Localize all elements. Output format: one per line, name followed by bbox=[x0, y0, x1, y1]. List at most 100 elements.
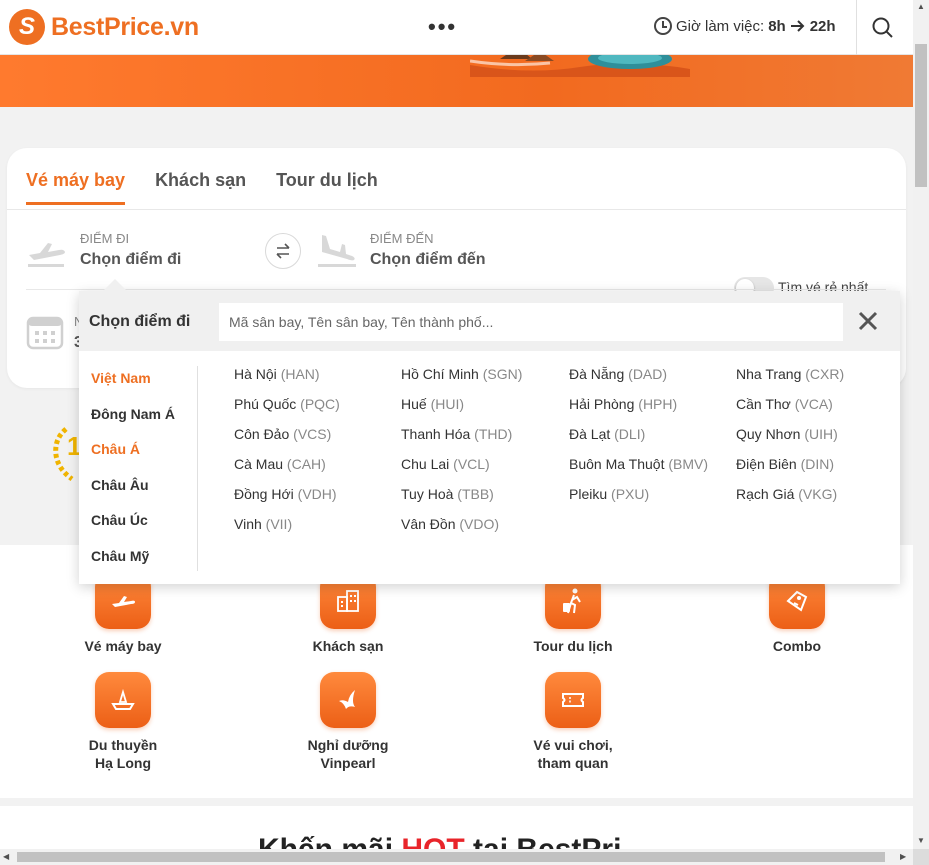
work-hours-label: Giờ làm việc: bbox=[676, 17, 765, 35]
city-name: Cần Thơ bbox=[736, 396, 791, 412]
destination-field[interactable]: ĐIỂM ĐẾN Chọn điểm đến bbox=[316, 231, 486, 271]
tab-flights[interactable]: Vé máy bay bbox=[26, 170, 126, 205]
city-option[interactable]: Rạch Giá (VKG) bbox=[736, 484, 896, 504]
scroll-right-arrow-icon[interactable]: ▶ bbox=[900, 852, 906, 861]
tabs-divider bbox=[7, 209, 906, 210]
horizontal-scrollbar[interactable]: ◀ ▶ bbox=[0, 849, 913, 865]
city-option[interactable]: Thanh Hóa (THD) bbox=[401, 424, 569, 444]
airport-code: (CAH) bbox=[286, 456, 326, 472]
search-icon[interactable] bbox=[870, 15, 896, 41]
close-icon[interactable] bbox=[857, 310, 879, 332]
scroll-down-arrow-icon[interactable]: ▼ bbox=[917, 836, 925, 845]
city-name: Đà Lạt bbox=[569, 426, 611, 442]
service-label: Vé máy bay bbox=[84, 638, 162, 654]
city-option[interactable]: Đà Nẵng (DAD) bbox=[569, 364, 736, 384]
region-list: Việt Nam Đông Nam Á Châu Á Châu Âu Châu … bbox=[79, 366, 198, 571]
city-option[interactable]: Đà Lạt (DLI) bbox=[569, 424, 736, 444]
service-attractions[interactable]: Vé vui chơi, tham quan bbox=[503, 672, 643, 772]
service-combo[interactable]: Combo bbox=[727, 573, 867, 655]
hot-word: HOT bbox=[401, 833, 465, 850]
city-option[interactable]: Cà Mau (CAH) bbox=[234, 454, 401, 474]
top-header: BestPrice.vn ••• Giờ làm việc: 8h 22h bbox=[0, 0, 913, 55]
city-name: Nha Trang bbox=[736, 366, 802, 382]
banner-illustration bbox=[470, 55, 690, 77]
city-option[interactable]: Pleiku (PXU) bbox=[569, 484, 736, 504]
airport-code: (HAN) bbox=[280, 366, 320, 382]
city-grid: Hà Nội (HAN) Hồ Chí Minh (SGN) Đà Nẵng (DA… bbox=[234, 364, 896, 534]
airport-code: (PXU) bbox=[611, 486, 650, 502]
city-option[interactable]: Quy Nhơn (UIH) bbox=[736, 424, 896, 444]
service-flights[interactable]: Vé máy bay bbox=[53, 573, 193, 655]
hot-title-part: tại BestPri bbox=[464, 833, 622, 850]
airport-code: (VCS) bbox=[293, 426, 332, 442]
airport-code: (HPH) bbox=[638, 396, 678, 412]
origin-value: Chọn điểm đi bbox=[80, 251, 182, 268]
hours-start: 8h bbox=[768, 17, 786, 35]
tab-hotels[interactable]: Khách sạn bbox=[155, 170, 246, 205]
brand-name: BestPrice.vn bbox=[51, 12, 199, 41]
city-option[interactable]: Đồng Hới (VDH) bbox=[234, 484, 401, 504]
calendar-icon[interactable] bbox=[26, 314, 64, 350]
service-label: Tour du lịch bbox=[533, 638, 613, 654]
boat-icon bbox=[95, 672, 151, 728]
service-cruise[interactable]: Du thuyền Hạ Long bbox=[53, 672, 193, 772]
city-option[interactable]: Chu Lai (VCL) bbox=[401, 454, 569, 474]
city-option[interactable]: Điện Biên (DIN) bbox=[736, 454, 896, 474]
vinpearl-icon bbox=[320, 672, 376, 728]
service-hotels[interactable]: Khách sạn bbox=[278, 573, 418, 655]
city-name: Vinh bbox=[234, 516, 262, 532]
origin-field[interactable]: ĐIỂM ĐI Chọn điểm đi bbox=[26, 231, 181, 271]
city-option[interactable]: Huế (HUI) bbox=[401, 394, 569, 414]
region-item[interactable]: Việt Nam bbox=[79, 366, 197, 402]
horizontal-scroll-thumb[interactable] bbox=[17, 852, 885, 862]
service-vinpearl[interactable]: Nghỉ dưỡng Vinpearl bbox=[278, 672, 418, 772]
scrollbar-corner bbox=[913, 849, 929, 865]
city-option[interactable]: Hà Nội (HAN) bbox=[234, 364, 401, 384]
city-name: Vân Đồn bbox=[401, 516, 456, 532]
city-option[interactable]: Côn Đảo (VCS) bbox=[234, 424, 401, 444]
more-menu-button[interactable]: ••• bbox=[428, 14, 457, 40]
destination-value: Chọn điểm đến bbox=[370, 251, 486, 268]
airport-code: (VDH) bbox=[297, 486, 337, 502]
city-option[interactable]: Hải Phòng (HPH) bbox=[569, 394, 736, 414]
airport-search-input[interactable] bbox=[219, 303, 843, 341]
airport-code: (DLI) bbox=[614, 426, 646, 442]
city-option[interactable]: Buôn Ma Thuột (BMV) bbox=[569, 454, 736, 474]
city-name: Côn Đảo bbox=[234, 426, 290, 442]
city-option[interactable]: Cần Thơ (VCA) bbox=[736, 394, 896, 414]
city-name: Đà Nẵng bbox=[569, 366, 625, 382]
region-item[interactable]: Châu Âu bbox=[79, 473, 197, 509]
airport-code: (PQC) bbox=[300, 396, 340, 412]
arrow-right-icon bbox=[790, 20, 805, 32]
city-name: Huế bbox=[401, 396, 427, 412]
region-item[interactable]: Châu Mỹ bbox=[79, 544, 197, 580]
city-name: Điện Biên bbox=[736, 456, 797, 472]
city-option[interactable]: Hồ Chí Minh (SGN) bbox=[401, 364, 569, 384]
city-name: Pleiku bbox=[569, 486, 608, 502]
city-option[interactable]: Nha Trang (CXR) bbox=[736, 364, 896, 384]
airport-code: (VCA) bbox=[794, 396, 833, 412]
city-option[interactable]: Tuy Hoà (TBB) bbox=[401, 484, 569, 504]
date-row-divider bbox=[26, 289, 886, 290]
scroll-left-arrow-icon[interactable]: ◀ bbox=[3, 852, 9, 861]
city-option[interactable]: Vân Đồn (VDO) bbox=[401, 514, 569, 534]
airport-code: (VKG) bbox=[798, 486, 838, 502]
airport-code: (BMV) bbox=[668, 456, 709, 472]
region-item[interactable]: Châu Á bbox=[79, 437, 197, 473]
vertical-scrollbar[interactable]: ▲ ▼ bbox=[913, 0, 929, 849]
city-option[interactable]: Phú Quốc (PQC) bbox=[234, 394, 401, 414]
brand-logo[interactable]: BestPrice.vn bbox=[9, 9, 199, 45]
header-divider bbox=[856, 0, 857, 55]
swap-button[interactable] bbox=[265, 233, 301, 269]
airport-code: (DAD) bbox=[628, 366, 668, 382]
vertical-scroll-thumb[interactable] bbox=[915, 44, 927, 187]
region-item[interactable]: Đông Nam Á bbox=[79, 402, 197, 438]
service-tours[interactable]: Tour du lịch bbox=[503, 573, 643, 655]
tab-tours[interactable]: Tour du lịch bbox=[276, 170, 378, 205]
scroll-up-arrow-icon[interactable]: ▲ bbox=[917, 2, 925, 11]
service-label: Khách sạn bbox=[312, 638, 384, 654]
region-item[interactable]: Châu Úc bbox=[79, 508, 197, 544]
airport-code: (VDO) bbox=[459, 516, 500, 532]
service-label: Combo bbox=[772, 638, 822, 654]
city-option[interactable]: Vinh (VII) bbox=[234, 514, 401, 534]
